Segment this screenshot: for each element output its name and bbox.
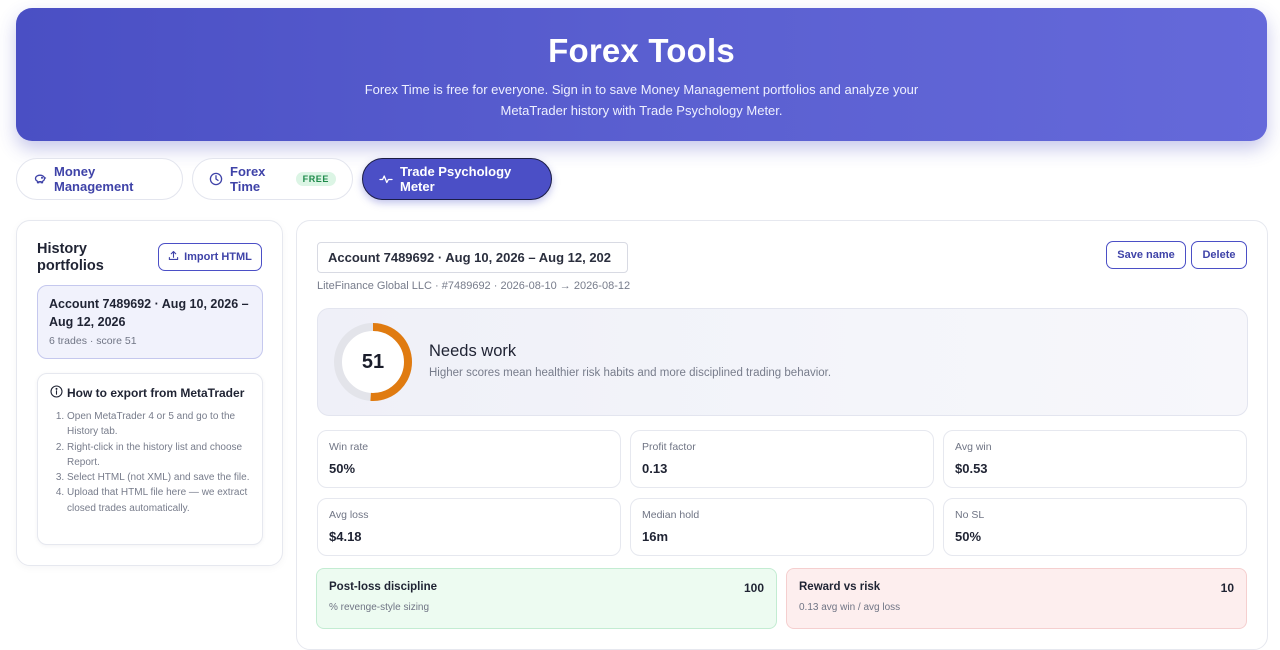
score-value: 51 — [361, 350, 385, 373]
metric-value: 10 — [1220, 581, 1234, 595]
stat-value: 0.13 — [642, 461, 668, 476]
stat-value: $4.18 — [329, 529, 362, 544]
stat-label: Win rate — [329, 441, 369, 453]
stat-value: 50% — [329, 461, 356, 476]
stat-label: Avg loss — [329, 509, 369, 521]
metric-title: Post-loss discipline — [329, 581, 437, 593]
export-instructions: How to export from MetaTrader Open MetaT… — [37, 373, 263, 545]
tab-forex-time[interactable]: Forex Time FREE — [192, 158, 353, 200]
import-html-button[interactable]: Import HTML — [158, 243, 262, 271]
score-gauge: 51 — [332, 321, 414, 403]
score-level: Needs work — [429, 342, 517, 360]
stat-win-rate: Win rate 50% — [317, 430, 621, 488]
tab-label: Money Management — [54, 164, 134, 194]
stat-avg-loss: Avg loss $4.18 — [317, 498, 621, 556]
account-name-input[interactable]: Account 7489692 · Aug 10, 2026 – Aug 12,… — [317, 242, 628, 273]
export-instructions-title: How to export from MetaTrader — [67, 386, 245, 400]
tab-label: Forex Time — [230, 164, 266, 194]
stat-avg-win: Avg win $0.53 — [943, 430, 1247, 488]
stat-label: No SL — [955, 509, 985, 521]
stat-profit-factor: Profit factor 0.13 — [630, 430, 934, 488]
info-icon — [50, 385, 63, 401]
page-subtitle: Forex Time is free for everyone. Sign in… — [364, 82, 919, 118]
stat-no-sl: No SL 50% — [943, 498, 1247, 556]
portfolio-subtitle: 6 trades · score 51 — [49, 335, 137, 347]
pulse-icon — [379, 172, 393, 186]
tab-money-management[interactable]: Money Management — [16, 158, 183, 200]
metric-description: % revenge-style sizing — [329, 602, 430, 613]
delete-button[interactable]: Delete — [1191, 241, 1247, 269]
export-steps: Open MetaTrader 4 or 5 and go to the His… — [50, 409, 250, 516]
metric-value: 100 — [743, 581, 764, 595]
tool-tabs: Money Management Forex Time FREE Trade P… — [16, 158, 552, 200]
sidebar-title: History portfolios — [37, 241, 104, 274]
metric-description: 0.13 avg win / avg loss — [799, 602, 901, 613]
tab-label: Trade Psychology Meter — [400, 164, 512, 194]
tab-trade-psychology-meter[interactable]: Trade Psychology Meter — [362, 158, 552, 200]
save-name-button[interactable]: Save name — [1106, 241, 1186, 269]
score-panel: 51 Needs work Higher scores mean healthi… — [317, 308, 1248, 416]
metric-post-loss-discipline: Post-loss discipline 100 % revenge-style… — [316, 568, 777, 629]
free-badge: FREE — [295, 172, 336, 186]
export-step: Right-click in the history list and choo… — [67, 440, 250, 471]
page-title: Forex Tools — [548, 32, 735, 69]
hero-banner: Forex Tools Forex Time is free for every… — [16, 8, 1267, 141]
portfolio-item[interactable]: Account 7489692 · Aug 10, 2026 – Aug 12,… — [37, 285, 263, 359]
stat-value: $0.53 — [955, 461, 988, 476]
import-html-label: Import HTML — [184, 251, 252, 263]
portfolio-title: Account 7489692 · Aug 10, 2026 – Aug 12,… — [49, 297, 249, 329]
score-explanation: Higher scores mean healthier risk habits… — [429, 367, 832, 379]
stat-value: 50% — [955, 529, 982, 544]
metric-title: Reward vs risk — [799, 581, 881, 593]
clock-icon — [209, 172, 223, 186]
export-step: Select HTML (not XML) and save the file. — [67, 470, 250, 485]
history-portfolios-panel: History portfolios Import HTML Account 7… — [16, 220, 283, 566]
stat-value: 16m — [642, 529, 669, 544]
stat-median-hold: Median hold 16m — [630, 498, 934, 556]
export-instructions-title-row: How to export from MetaTrader — [50, 385, 250, 401]
account-meta: LiteFinance Global LLC · #7489692 · 2026… — [317, 280, 631, 292]
stat-label: Median hold — [642, 509, 700, 521]
psychology-report-panel: Account 7489692 · Aug 10, 2026 – Aug 12,… — [296, 220, 1268, 650]
upload-icon — [168, 250, 179, 264]
export-step: Upload that HTML file here — we extract … — [67, 485, 250, 516]
piggy-bank-icon — [33, 172, 47, 186]
metric-reward-vs-risk: Reward vs risk 10 0.13 avg win / avg los… — [786, 568, 1247, 629]
stat-label: Profit factor — [642, 441, 696, 453]
export-step: Open MetaTrader 4 or 5 and go to the His… — [67, 409, 250, 440]
stat-label: Avg win — [955, 441, 992, 453]
